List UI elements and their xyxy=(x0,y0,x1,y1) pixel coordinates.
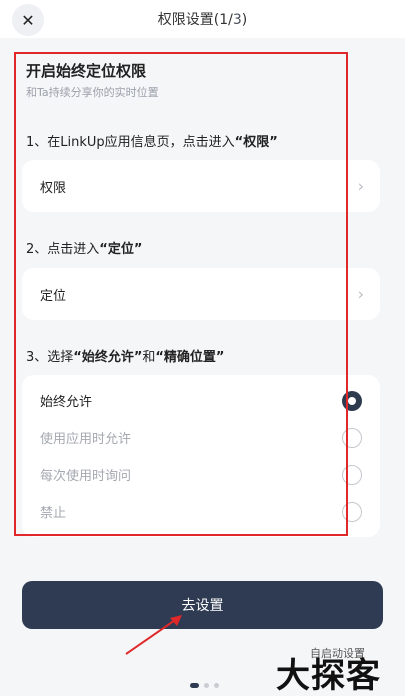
header-bar: ✕ 权限设置(1/3) xyxy=(0,0,405,38)
option-always-allow[interactable]: 始终允许 xyxy=(22,382,380,419)
go-settings-button[interactable]: 去设置 xyxy=(22,581,383,629)
page-dot xyxy=(204,683,209,688)
location-row-label: 定位 xyxy=(40,288,67,304)
chevron-right-icon: › xyxy=(357,284,364,304)
radio-checked-icon[interactable] xyxy=(342,390,362,411)
step-1-text: 1、在LinkUp应用信息页，点击进入“权限” xyxy=(26,135,278,150)
location-row[interactable]: 定位 › xyxy=(22,268,380,320)
page-dot xyxy=(214,683,219,688)
radio-icon[interactable] xyxy=(342,427,362,448)
permission-row[interactable]: 权限 › xyxy=(22,160,380,212)
permission-card[interactable]: 权限 › xyxy=(22,160,380,212)
step-2-text: 2、点击进入“定位” xyxy=(26,242,143,257)
option-ask-every-time[interactable]: 每次使用时询问 xyxy=(22,456,380,493)
intro-subtitle: 和Ta持续分享你的实时位置 xyxy=(26,86,159,99)
location-card[interactable]: 定位 › xyxy=(22,268,380,320)
page-indicator xyxy=(190,683,219,688)
option-while-using[interactable]: 使用应用时允许 xyxy=(22,419,380,456)
intro-title: 开启始终定位权限 xyxy=(26,62,147,80)
permission-row-label: 权限 xyxy=(40,180,67,196)
location-options-card: 始终允许 使用应用时允许 每次使用时询问 禁止 xyxy=(22,375,380,537)
radio-icon[interactable] xyxy=(342,464,362,485)
chevron-right-icon: › xyxy=(357,176,364,196)
option-deny[interactable]: 禁止 xyxy=(22,493,380,530)
watermark-logo: 大探客 xyxy=(276,656,381,696)
annotation-arrow-icon xyxy=(125,615,182,655)
step-3-text: 3、选择“始终允许”和“精确位置” xyxy=(26,350,225,365)
page-dot-active xyxy=(190,683,199,688)
page-title: 权限设置(1/3) xyxy=(157,12,248,28)
radio-icon[interactable] xyxy=(342,501,362,522)
